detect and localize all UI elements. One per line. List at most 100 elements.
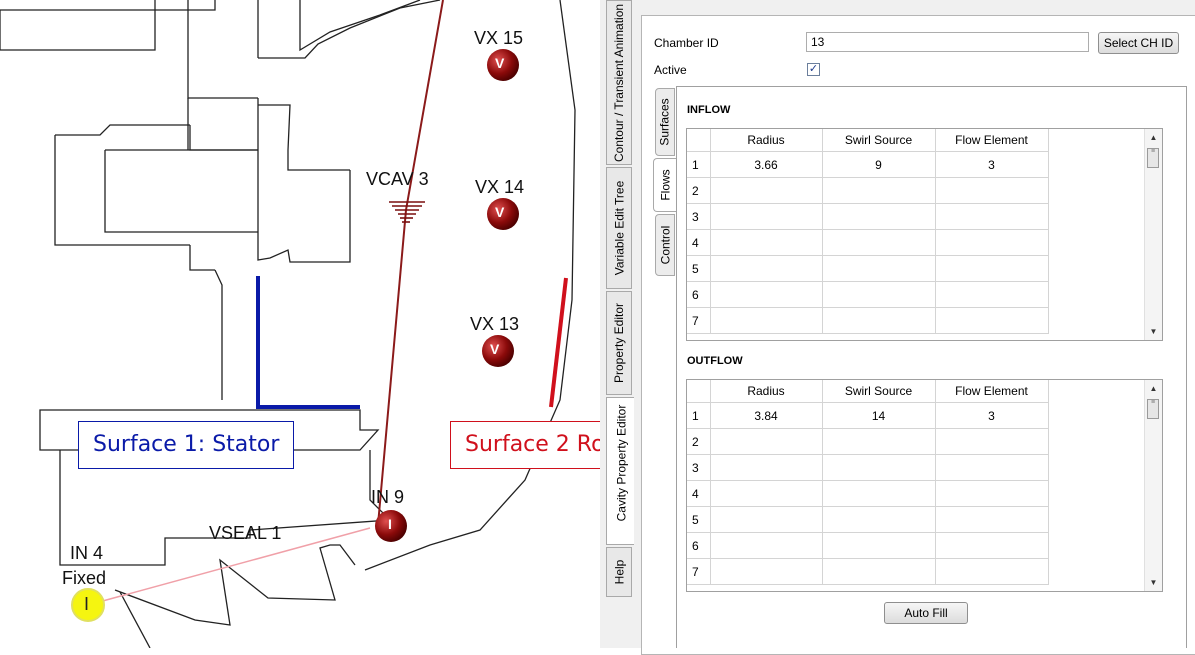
scroll-up-icon[interactable]: ▲: [1145, 380, 1162, 397]
inflow-table[interactable]: Radius Swirl Source Flow Element 1 3.66 9 3…: [686, 128, 1163, 341]
outflow-row[interactable]: 2: [687, 428, 1049, 455]
inflow-row[interactable]: 7: [687, 307, 1049, 334]
scroll-down-icon[interactable]: ▼: [1145, 574, 1162, 591]
outflow-swirl-source-cell[interactable]: [822, 428, 936, 455]
inflow-radius-cell[interactable]: [710, 281, 823, 308]
stator-surface: [256, 276, 360, 409]
inflow-flow-element-cell[interactable]: [935, 307, 1049, 334]
inflow-flow-element-cell[interactable]: [935, 229, 1049, 256]
outflow-col-radius[interactable]: Radius: [710, 380, 823, 403]
inflow-row-number: 3: [687, 203, 711, 230]
scroll-down-icon[interactable]: ▼: [1145, 323, 1162, 340]
outflow-radius-cell[interactable]: [710, 480, 823, 507]
outflow-flow-element-cell[interactable]: [935, 428, 1049, 455]
inflow-row[interactable]: 4: [687, 229, 1049, 256]
tab-property-editor[interactable]: Property Editor: [606, 291, 632, 395]
inflow-flow-element-cell[interactable]: [935, 255, 1049, 282]
tab-variable-edit-tree[interactable]: Variable Edit Tree: [606, 167, 632, 289]
vx13-node-letter[interactable]: V: [490, 341, 499, 357]
select-ch-id-button[interactable]: Select CH ID: [1098, 32, 1179, 54]
inflow-radius-cell[interactable]: [710, 307, 823, 334]
inflow-radius-cell[interactable]: [710, 255, 823, 282]
tab-help[interactable]: Help: [606, 547, 632, 597]
outflow-radius-cell[interactable]: [710, 558, 823, 585]
inflow-row[interactable]: 2: [687, 177, 1049, 204]
outflow-row[interactable]: 3: [687, 454, 1049, 481]
inflow-radius-cell[interactable]: [710, 229, 823, 256]
inflow-scrollbar[interactable]: ▲ ≡ ▼: [1144, 129, 1162, 340]
tab-contour-transient-animation[interactable]: Contour / Transient Animation: [606, 0, 632, 165]
vx15-node-letter[interactable]: V: [495, 55, 504, 71]
inflow-row[interactable]: 6: [687, 281, 1049, 308]
outflow-table[interactable]: Radius Swirl Source Flow Element 1 3.84 14…: [686, 379, 1163, 592]
inflow-row-number: 1: [687, 151, 711, 178]
vx13-label: VX 13: [470, 314, 520, 334]
active-label: Active: [654, 63, 687, 77]
outflow-swirl-source-cell[interactable]: [822, 506, 936, 533]
inflow-radius-cell[interactable]: [710, 203, 823, 230]
outflow-row[interactable]: 5: [687, 506, 1049, 533]
outflow-flow-element-cell[interactable]: [935, 454, 1049, 481]
inflow-radius-cell[interactable]: 3.66: [710, 151, 823, 178]
inflow-swirl-source-cell[interactable]: [822, 177, 936, 204]
outflow-flow-element-cell[interactable]: 3: [935, 402, 1049, 429]
outflow-swirl-source-cell[interactable]: 14: [822, 402, 936, 429]
inflow-radius-cell[interactable]: [710, 177, 823, 204]
inflow-flow-element-cell[interactable]: [935, 177, 1049, 204]
inflow-flow-element-cell[interactable]: 3: [935, 151, 1049, 178]
outflow-row-number: 4: [687, 480, 711, 507]
scroll-thumb[interactable]: ≡: [1147, 399, 1159, 419]
geometry-canvas[interactable]: VX 15 VX 14 VX 13 VCAV 3 IN 9 VSEAL 1 IN…: [0, 0, 651, 648]
outflow-swirl-source-cell[interactable]: [822, 480, 936, 507]
inflow-swirl-source-cell[interactable]: [822, 229, 936, 256]
inflow-swirl-source-cell[interactable]: [822, 255, 936, 282]
inflow-flow-element-cell[interactable]: [935, 281, 1049, 308]
outflow-flow-element-cell[interactable]: [935, 480, 1049, 507]
vertical-tab-strip: Contour / Transient Animation Variable E…: [606, 0, 635, 648]
outflow-flow-element-cell[interactable]: [935, 558, 1049, 585]
outflow-flow-element-cell[interactable]: [935, 532, 1049, 559]
inflow-swirl-source-cell[interactable]: [822, 307, 936, 334]
outflow-row-number: 7: [687, 558, 711, 585]
in9-label: IN 9: [371, 487, 405, 507]
outflow-row[interactable]: 4: [687, 480, 1049, 507]
outflow-swirl-source-cell[interactable]: [822, 532, 936, 559]
subtab-flows[interactable]: Flows: [653, 158, 677, 212]
outflow-row[interactable]: 1 3.84 14 3: [687, 402, 1049, 429]
outflow-radius-cell[interactable]: 3.84: [710, 402, 823, 429]
vx14-node-letter[interactable]: V: [495, 204, 504, 220]
outflow-row[interactable]: 6: [687, 532, 1049, 559]
in4-node-letter[interactable]: I: [84, 594, 89, 615]
outflow-radius-cell[interactable]: [710, 428, 823, 455]
inflow-row[interactable]: 3: [687, 203, 1049, 230]
outflow-col-flow-element[interactable]: Flow Element: [935, 380, 1049, 403]
subtab-surfaces[interactable]: Surfaces: [655, 88, 675, 156]
subtab-control[interactable]: Control: [655, 214, 675, 276]
auto-fill-button[interactable]: Auto Fill: [884, 602, 968, 624]
chamber-id-input[interactable]: 13: [806, 32, 1089, 52]
outflow-radius-cell[interactable]: [710, 506, 823, 533]
scroll-thumb[interactable]: ≡: [1147, 148, 1159, 168]
tab-cavity-property-editor[interactable]: Cavity Property Editor: [606, 397, 635, 545]
inflow-col-flow-element[interactable]: Flow Element: [935, 129, 1049, 152]
active-checkbox[interactable]: ✓: [807, 63, 820, 76]
outflow-row[interactable]: 7: [687, 558, 1049, 585]
inflow-col-swirl-source[interactable]: Swirl Source: [822, 129, 936, 152]
inflow-swirl-source-cell[interactable]: [822, 281, 936, 308]
inflow-row[interactable]: 5: [687, 255, 1049, 282]
outflow-flow-element-cell[interactable]: [935, 506, 1049, 533]
outflow-col-swirl-source[interactable]: Swirl Source: [822, 380, 936, 403]
outflow-radius-cell[interactable]: [710, 532, 823, 559]
outflow-radius-cell[interactable]: [710, 454, 823, 481]
inflow-swirl-source-cell[interactable]: 9: [822, 151, 936, 178]
inflow-col-radius[interactable]: Radius: [710, 129, 823, 152]
scroll-up-icon[interactable]: ▲: [1145, 129, 1162, 146]
tab-contour-label: Contour / Transient Animation: [612, 3, 626, 162]
outflow-swirl-source-cell[interactable]: [822, 558, 936, 585]
inflow-swirl-source-cell[interactable]: [822, 203, 936, 230]
inflow-row[interactable]: 1 3.66 9 3: [687, 151, 1049, 178]
inflow-flow-element-cell[interactable]: [935, 203, 1049, 230]
in9-node-letter[interactable]: I: [388, 516, 392, 532]
outflow-swirl-source-cell[interactable]: [822, 454, 936, 481]
outflow-scrollbar[interactable]: ▲ ≡ ▼: [1144, 380, 1162, 591]
